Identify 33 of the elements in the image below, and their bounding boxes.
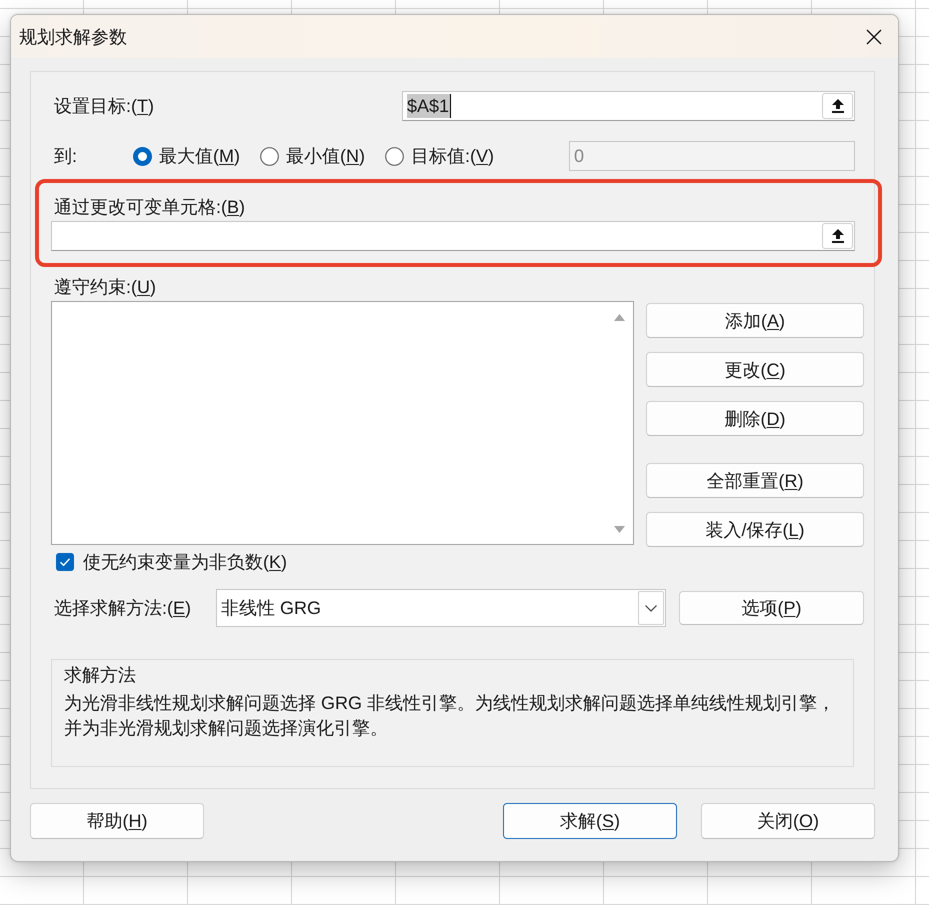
dialog-button[interactable]: 装入/保存(L) xyxy=(646,512,864,547)
changing-cells-label: 通过更改可变单元格:(B) xyxy=(53,196,246,219)
chevron-down-icon xyxy=(645,604,657,612)
up-arrow-icon xyxy=(832,99,844,113)
dialog-button[interactable]: 全部重置(R) xyxy=(646,463,864,498)
dialog-button[interactable]: 添加(A) xyxy=(646,303,864,338)
up-arrow-icon xyxy=(832,229,844,243)
dialog-button[interactable]: 关闭(O) xyxy=(701,803,875,839)
dialog-button[interactable]: 帮助(H) xyxy=(30,803,204,839)
scroll-up-icon[interactable] xyxy=(614,314,624,321)
radio-option[interactable]: 最大值(M) xyxy=(133,144,240,168)
dialog-button[interactable]: 删除(D) xyxy=(646,401,864,436)
non-negative-checkbox[interactable]: 使无约束变量为非负数(K) xyxy=(56,551,288,573)
to-label: 到: xyxy=(53,145,78,168)
changing-cells-field[interactable] xyxy=(51,221,855,251)
window-title: 规划求解参数 xyxy=(19,26,127,48)
dropdown-button[interactable] xyxy=(638,591,664,625)
dialog-button[interactable]: 求解(S) xyxy=(503,803,677,839)
constraints-label: 遵守约束:(U) xyxy=(53,276,156,299)
dialog-button[interactable]: 更改(C) xyxy=(646,352,864,387)
objective-field[interactable]: $A$1 xyxy=(402,91,855,121)
method-label: 选择求解方法:(E) xyxy=(53,597,192,620)
objective-label: 设置目标:(T) xyxy=(53,95,155,118)
close-icon xyxy=(866,28,882,44)
range-select-button[interactable] xyxy=(822,93,853,119)
options-button[interactable]: 选项(P) xyxy=(679,591,864,625)
radio-option[interactable]: 目标值:(V) xyxy=(385,144,494,168)
description-text: 为光滑非线性规划求解问题选择 GRG 非线性引擎。为线性规划求解问题选择单纯线性规划引擎，并为非光滑规划求解问题选择演化引擎。 xyxy=(64,692,836,740)
scroll-down-icon[interactable] xyxy=(614,526,624,533)
range-select-button[interactable] xyxy=(822,223,853,249)
panel-title: 求解方法 xyxy=(64,664,137,687)
method-select[interactable]: 非线性 GRG xyxy=(216,589,666,627)
radio-option[interactable]: 最小值(N) xyxy=(260,144,365,168)
